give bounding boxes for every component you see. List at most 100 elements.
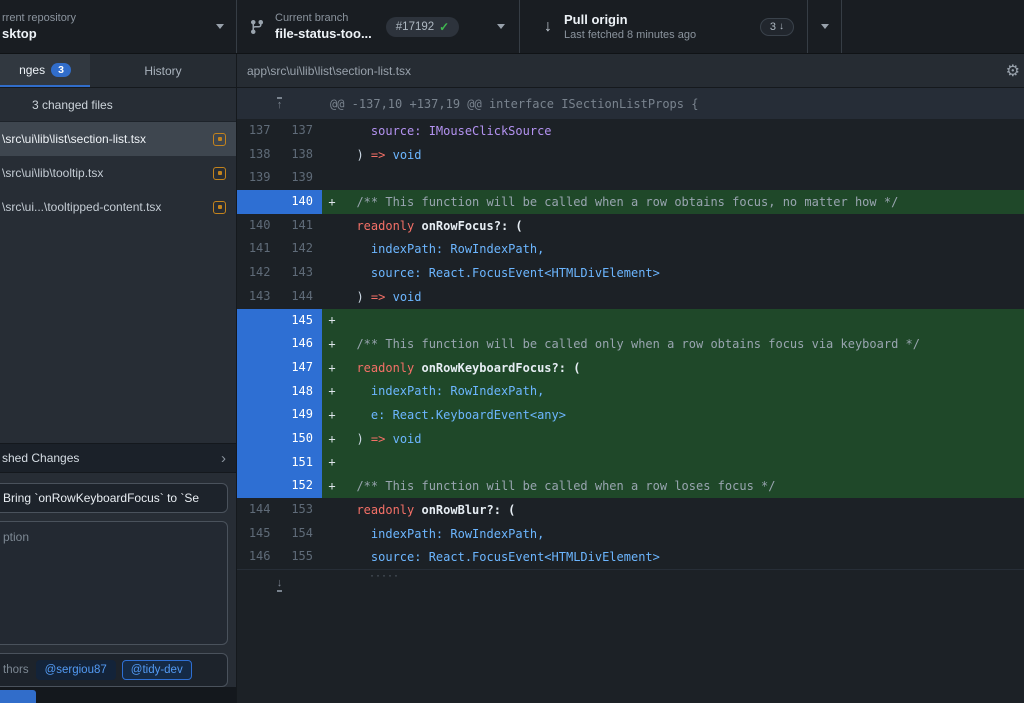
last-fetched-text: Last fetched 8 minutes ago: [564, 29, 696, 41]
github-desktop-window: rrent repository sktop Current branch fi…: [0, 0, 1024, 703]
repository-switcher[interactable]: rrent repository sktop: [0, 0, 237, 53]
diff-line[interactable]: 138138 ) => void: [237, 143, 1024, 167]
changed-files-header[interactable]: 3 changed files: [0, 88, 236, 122]
file-row[interactable]: \src\ui...\tooltipped-content.tsx: [0, 190, 236, 224]
stashed-changes-label: shed Changes: [2, 451, 221, 465]
pr-number: #17192: [396, 21, 434, 33]
coauthors-field[interactable]: thors @sergiou87@tidy-dev: [0, 653, 228, 687]
old-line-number: 137: [237, 119, 280, 143]
modified-dot: [218, 171, 222, 175]
code-text: indexPath: RowIndexPath,: [342, 527, 544, 541]
code-token: onRowKeyboardFocus?: (: [421, 361, 580, 375]
diff-marker: +: [322, 432, 342, 446]
file-path-text: app\src\ui\lib\list\section-list.tsx: [247, 64, 411, 78]
coauthor-badge[interactable]: @tidy-dev: [122, 660, 192, 680]
diff-line[interactable]: 149+ e: React.KeyboardEvent<any>: [237, 403, 1024, 427]
code-token: readonly: [342, 219, 421, 233]
diff-line-content: + indexPath: RowIndexPath,: [322, 380, 1024, 404]
code-text: source: React.FocusEvent<HTMLDivElement>: [342, 266, 660, 280]
old-line-number: [237, 309, 280, 333]
line-number-gutter: 149: [237, 403, 322, 427]
diff-line[interactable]: 145154 indexPath: RowIndexPath,: [237, 522, 1024, 546]
expand-up-icon[interactable]: ↑: [277, 97, 283, 111]
old-line-number: [237, 332, 280, 356]
file-row[interactable]: \src\ui\lib\list\section-list.tsx: [0, 122, 236, 156]
diff-line[interactable]: 141142 indexPath: RowIndexPath,: [237, 237, 1024, 261]
hunk-header-text: @@ -137,10 +137,19 @@ interface ISection…: [330, 97, 698, 111]
diff-lines: 137137 source: IMouseClickSource138138 )…: [237, 119, 1024, 569]
diff-line-content: + e: React.KeyboardEvent<any>: [322, 403, 1024, 427]
toolbar-filler: [842, 0, 1024, 53]
diff-line[interactable]: 140141 readonly onRowFocus?: (: [237, 214, 1024, 238]
old-line-number: [237, 380, 280, 404]
code-text: readonly onRowBlur?: (: [342, 503, 515, 517]
diff-line-content: + readonly onRowKeyboardFocus?: (: [322, 356, 1024, 380]
code-token: readonly: [342, 361, 421, 375]
diff-line[interactable]: 140+ /** This function will be called wh…: [237, 190, 1024, 214]
code-token: source: React.FocusEvent<HTMLDivElement>: [342, 550, 660, 564]
line-number-gutter: 143144: [237, 285, 322, 309]
code-token: ): [342, 432, 371, 446]
new-line-number: 152: [280, 474, 323, 498]
pr-status-badge[interactable]: #17192 ✓: [386, 17, 459, 37]
chevron-down-icon: [216, 24, 224, 29]
branch-name: file-status-too...: [275, 26, 372, 41]
code-token: readonly: [342, 503, 421, 517]
stashed-changes-row[interactable]: shed Changes ›: [0, 443, 236, 473]
diff-line[interactable]: 146+ /** This function will be called on…: [237, 332, 1024, 356]
code-text: ) => void: [342, 432, 422, 446]
diff-line[interactable]: 147+ readonly onRowKeyboardFocus?: (: [237, 356, 1024, 380]
line-number-gutter: 150: [237, 427, 322, 451]
tab-changes[interactable]: nges 3: [0, 54, 90, 87]
line-number-gutter: 151: [237, 451, 322, 475]
divider: [807, 0, 808, 53]
gear-icon[interactable]: ⚙: [1006, 61, 1020, 81]
new-line-number: 149: [280, 403, 323, 427]
new-line-number: 154: [280, 522, 323, 546]
line-number-gutter: 146155: [237, 545, 322, 569]
diff-line-content: indexPath: RowIndexPath,: [322, 522, 1024, 546]
branch-switcher[interactable]: Current branch file-status-too... #17192…: [237, 0, 520, 53]
expand-down-icon[interactable]: ↓: [277, 578, 283, 592]
diff-line[interactable]: 143144 ) => void: [237, 285, 1024, 309]
diff-line[interactable]: 150+ ) => void: [237, 427, 1024, 451]
diff-line[interactable]: 145+: [237, 309, 1024, 333]
new-line-number: 142: [280, 237, 323, 261]
old-line-number: 138: [237, 143, 280, 167]
line-number-gutter: 140: [237, 190, 322, 214]
diff-line[interactable]: 139139: [237, 166, 1024, 190]
diff-line[interactable]: 151+: [237, 451, 1024, 475]
code-text: indexPath: RowIndexPath,: [342, 242, 544, 256]
diff-expand-row: ↓ ·····: [237, 569, 1024, 599]
code-token: ): [342, 290, 371, 304]
line-number-gutter: 137137: [237, 119, 322, 143]
commit-summary-input[interactable]: [0, 483, 228, 513]
commit-description-input[interactable]: [0, 521, 228, 645]
diff-line[interactable]: 152+ /** This function will be called wh…: [237, 474, 1024, 498]
tab-history[interactable]: History: [90, 54, 236, 87]
pull-count-badge: 3 ↓: [760, 18, 794, 36]
diff-line[interactable]: 144153 readonly onRowBlur?: (: [237, 498, 1024, 522]
line-number-gutter: 145154: [237, 522, 322, 546]
code-token: indexPath: RowIndexPath,: [342, 242, 544, 256]
diff-line[interactable]: 137137 source: IMouseClickSource: [237, 119, 1024, 143]
chevron-down-icon[interactable]: [821, 24, 829, 29]
coauthor-badge[interactable]: @sergiou87: [36, 660, 116, 680]
line-number-gutter: 152: [237, 474, 322, 498]
diff-line[interactable]: 142143 source: React.FocusEvent<HTMLDivE…: [237, 261, 1024, 285]
diff-line[interactable]: 148+ indexPath: RowIndexPath,: [237, 380, 1024, 404]
pull-origin-title: Pull origin: [564, 12, 696, 27]
code-token: /** This function will be called only wh…: [342, 337, 920, 351]
diff-line[interactable]: 146155 source: React.FocusEvent<HTMLDivE…: [237, 545, 1024, 569]
diff-marker: +: [322, 384, 342, 398]
code-token: void: [393, 290, 422, 304]
view-tabs: nges 3 History: [0, 54, 236, 88]
file-row[interactable]: \src\ui\lib\tooltip.tsx: [0, 156, 236, 190]
drag-handle-dots[interactable]: ·····: [370, 570, 400, 580]
code-text: readonly onRowKeyboardFocus?: (: [342, 361, 580, 375]
pull-origin-button[interactable]: ↓ Pull origin Last fetched 8 minutes ago…: [520, 0, 842, 53]
chevron-right-icon: ›: [221, 451, 226, 466]
code-token: /** This function will be called when a …: [342, 195, 898, 209]
old-line-number: [237, 356, 280, 380]
commit-button-corner[interactable]: [0, 690, 36, 703]
